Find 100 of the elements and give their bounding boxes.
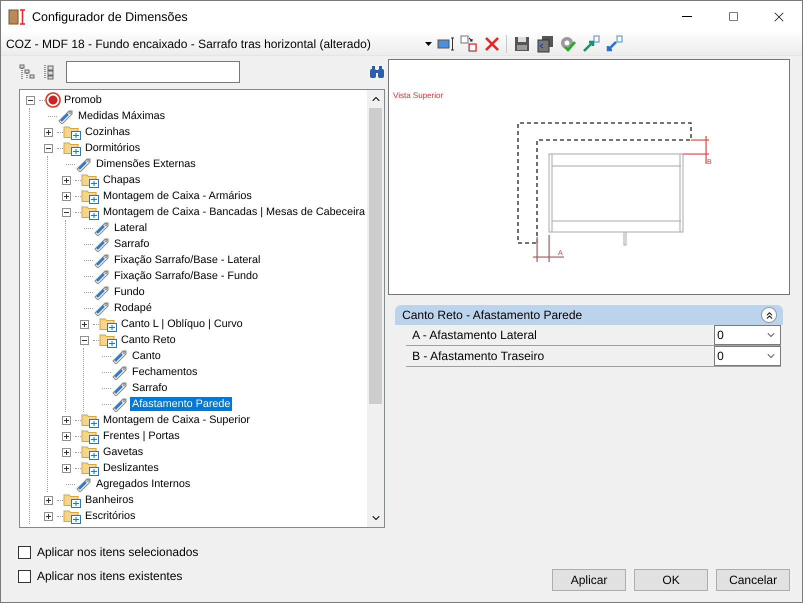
save-icon[interactable] <box>512 34 530 52</box>
tag-icon <box>93 268 111 284</box>
expand-toggle[interactable] <box>44 512 53 520</box>
expand-all-icon[interactable] <box>43 64 55 80</box>
binoculars-icon[interactable] <box>369 65 386 79</box>
expand-toggle[interactable] <box>62 448 71 456</box>
gear-check-icon[interactable] <box>558 34 576 52</box>
expand-toggle[interactable] <box>44 496 53 504</box>
folder-icon <box>81 460 100 476</box>
expand-toggle[interactable] <box>62 464 71 472</box>
tree-item[interactable]: Canto Reto <box>119 333 178 347</box>
tag-icon <box>93 236 111 252</box>
tag-icon <box>111 396 129 412</box>
folder-icon <box>81 412 100 428</box>
tag-icon <box>57 108 75 124</box>
tree-item[interactable]: Fechamentos <box>130 365 200 379</box>
double-chevron-up-icon <box>764 310 775 320</box>
minimize-icon <box>682 16 692 17</box>
folder-icon <box>99 316 118 332</box>
maximize-icon <box>728 11 738 22</box>
tag-icon <box>93 252 111 268</box>
tree-item[interactable]: Sarrafo <box>130 381 170 395</box>
scrollbar[interactable] <box>367 90 384 527</box>
app-icon <box>8 8 26 26</box>
delete-icon[interactable] <box>482 34 500 52</box>
tag-icon <box>111 364 129 380</box>
folder-icon <box>81 444 100 460</box>
checkbox-label: Aplicar nos itens existentes <box>37 569 182 583</box>
tree-item[interactable]: Montagem de Caixa - Superior <box>101 413 252 427</box>
expand-toggle[interactable] <box>44 128 53 136</box>
expand-toggle[interactable] <box>80 320 89 328</box>
tree-item[interactable]: Dimensões Externas <box>94 157 198 171</box>
tree-item[interactable]: Rodapé <box>112 301 154 315</box>
tree-item[interactable]: Agregados Internos <box>94 477 192 491</box>
export-arrow-icon[interactable] <box>582 34 600 52</box>
expand-toggle[interactable] <box>62 432 71 440</box>
folder-icon <box>81 204 100 220</box>
collapse-button[interactable] <box>761 307 778 323</box>
tree-item[interactable]: Sarrafo <box>112 237 152 251</box>
property-label: A - Afastamento Lateral <box>411 327 538 344</box>
tree-item[interactable]: Canto L | Oblíquo | Curvo <box>119 317 245 331</box>
tree-item[interactable]: Deslizantes <box>101 461 161 475</box>
tree-item[interactable]: Escritórios <box>83 509 138 523</box>
save-as-icon[interactable] <box>536 34 554 52</box>
tree-item[interactable]: Gavetas <box>101 445 146 459</box>
tree-item[interactable]: Chapas <box>101 173 142 187</box>
logo-icon <box>45 92 61 108</box>
dialog-button[interactable]: Aplicar <box>552 569 626 591</box>
tree-item[interactable]: Banheiros <box>83 493 136 507</box>
value-dropdown[interactable]: 0 <box>714 325 782 345</box>
tree-item[interactable]: Dormitórios <box>83 141 142 155</box>
expand-toggle[interactable] <box>62 416 71 424</box>
dialog-button[interactable]: Cancelar <box>716 569 790 591</box>
tag-icon <box>93 284 111 300</box>
collapse-toggle[interactable] <box>26 96 35 104</box>
view-title: Vista Superior <box>393 91 444 100</box>
tree-item[interactable]: Medidas Máximas <box>76 109 168 123</box>
collapse-all-icon[interactable] <box>19 64 35 80</box>
collapse-toggle[interactable] <box>80 336 89 344</box>
checkbox-label: Aplicar nos itens selecionados <box>37 545 198 559</box>
group-title: Canto Reto - Afastamento Parede <box>402 308 584 322</box>
collapse-toggle[interactable] <box>44 144 53 152</box>
folder-icon <box>63 492 82 508</box>
dropdown-arrow-icon <box>425 42 432 46</box>
dialog-button[interactable]: OK <box>634 569 708 591</box>
tag-icon <box>93 300 111 316</box>
tree-item[interactable]: Cozinhas <box>83 125 132 139</box>
tag-icon <box>75 476 93 492</box>
folder-icon <box>63 140 82 156</box>
tree-item[interactable]: Montagem de Caixa - Bancadas | Mesas de Cabeceira <box>101 205 368 219</box>
folder-icon <box>81 172 100 188</box>
tag-icon <box>75 156 93 172</box>
tree-item[interactable]: Canto <box>130 349 163 363</box>
value-dropdown[interactable]: 0 <box>714 346 782 366</box>
tag-icon <box>111 380 129 396</box>
window-title: Configurador de Dimensões <box>32 10 189 24</box>
folder-icon <box>63 508 82 524</box>
property-label: B - Afastamento Traseiro <box>411 348 546 365</box>
tag-icon <box>93 220 111 236</box>
rename-icon[interactable] <box>436 34 454 52</box>
folder-icon <box>99 332 118 348</box>
expand-toggle[interactable] <box>62 192 71 200</box>
tree-item[interactable]: Promob <box>62 93 104 107</box>
search-field[interactable] <box>66 61 240 83</box>
tree-item[interactable]: Fixação Sarrafo/Base - Lateral <box>112 253 262 267</box>
tree-item[interactable]: Fundo <box>112 285 147 299</box>
collapse-toggle[interactable] <box>62 208 71 216</box>
import-arrow-icon[interactable] <box>604 34 622 52</box>
folder-icon <box>81 428 100 444</box>
tree-item[interactable]: Lateral <box>112 221 150 235</box>
tree-item[interactable]: Afastamento Parede <box>130 397 232 411</box>
copy-icon[interactable] <box>460 34 478 52</box>
tree-item[interactable]: Fixação Sarrafo/Base - Fundo <box>112 269 260 283</box>
checkbox[interactable] <box>18 570 31 582</box>
folder-icon <box>81 188 100 204</box>
tree-item[interactable]: Frentes | Portas <box>101 429 182 443</box>
folder-icon <box>63 124 82 140</box>
expand-toggle[interactable] <box>62 176 71 184</box>
tree-item[interactable]: Montagem de Caixa - Armários <box>101 189 254 203</box>
checkbox[interactable] <box>18 546 31 558</box>
